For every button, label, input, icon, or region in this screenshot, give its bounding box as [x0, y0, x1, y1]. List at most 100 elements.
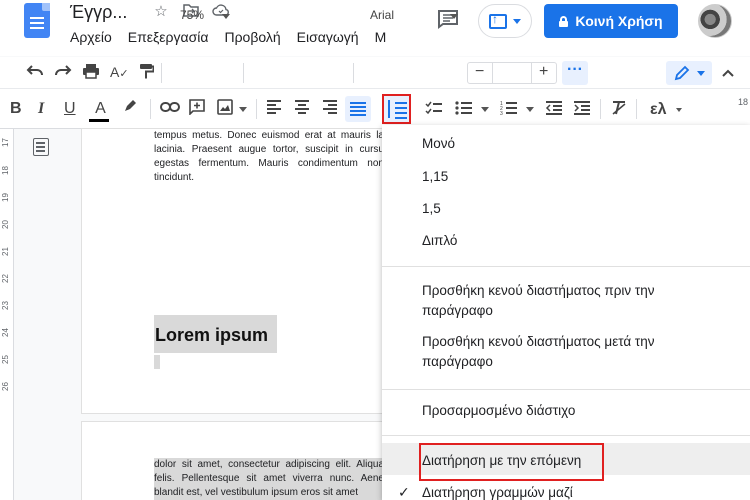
chevron-down-icon — [513, 19, 521, 24]
text-color-icon[interactable]: A — [89, 99, 109, 122]
highlight-annotation — [419, 443, 604, 481]
menu-divider — [382, 266, 750, 267]
document-outline-icon[interactable] — [33, 138, 49, 156]
align-left-icon[interactable] — [266, 100, 282, 120]
undo-icon[interactable] — [26, 63, 44, 83]
zoom-value: 75% — [180, 8, 205, 22]
present-icon — [489, 12, 507, 29]
svg-text:3: 3 — [500, 111, 503, 115]
decrease-indent-icon[interactable] — [545, 101, 563, 121]
share-button[interactable]: Κοινή Χρήση — [544, 4, 678, 38]
docs-logo-icon[interactable] — [24, 3, 50, 38]
chevron-down-icon[interactable] — [676, 108, 682, 112]
toolbar-divider — [256, 99, 257, 119]
body-paragraph[interactable]: dolor sit amet, consectetur adipiscing e… — [154, 458, 384, 500]
font-select[interactable]: Arial — [362, 5, 462, 27]
ruler-mark: 21 — [0, 247, 10, 256]
heading-text[interactable]: Lorem ipsum — [154, 315, 277, 353]
increase-font-size-icon[interactable]: + — [539, 63, 548, 81]
ruler-mark: 23 — [0, 301, 10, 310]
ruler-mark: 18 — [0, 166, 10, 175]
pencil-icon — [674, 65, 690, 81]
spellcheck-icon[interactable]: A✓ — [110, 62, 129, 84]
chevron-down-icon — [697, 71, 705, 76]
italic-icon[interactable]: I — [38, 99, 44, 119]
menu-item-custom-spacing[interactable]: Προσαρμοσμένο διάστιχο — [422, 401, 575, 421]
paint-format-icon[interactable] — [138, 63, 155, 85]
menu-item-single[interactable]: Μονό — [422, 134, 455, 154]
highlight-icon[interactable] — [122, 98, 138, 120]
menu-item-1-15[interactable]: 1,15 — [422, 167, 448, 187]
ruler-mark: 19 — [0, 193, 10, 202]
bulleted-list-icon[interactable] — [455, 101, 473, 121]
input-tools-button[interactable]: ελ — [650, 100, 667, 120]
insert-image-icon[interactable] — [217, 99, 233, 121]
line-spacing-button[interactable] — [382, 94, 411, 124]
align-center-icon[interactable] — [294, 100, 310, 120]
align-right-icon[interactable] — [322, 100, 338, 120]
document-title[interactable]: Έγγρ... — [70, 2, 127, 23]
toolbar-divider — [150, 99, 151, 119]
document-page[interactable]: dolor sit amet, consectetur adipiscing e… — [82, 422, 402, 500]
ruler-mark: 17 — [0, 138, 10, 147]
link-icon[interactable] — [160, 99, 180, 119]
decrease-font-size-icon[interactable]: − — [475, 63, 484, 81]
menu-edit[interactable]: Επεξεργασία — [128, 29, 209, 45]
toolbar-divider — [161, 63, 162, 83]
checklist-icon[interactable] — [425, 101, 443, 121]
lock-icon — [559, 15, 569, 27]
underline-icon[interactable]: U — [64, 99, 76, 119]
toolbar-divider — [353, 63, 354, 83]
document-page[interactable]: tempus metus. Donec euismod erat at maur… — [82, 129, 402, 413]
chevron-down-icon[interactable] — [239, 107, 247, 112]
font-size-control: − + — [467, 62, 557, 84]
chevron-down-icon[interactable] — [481, 107, 489, 112]
menu-view[interactable]: Προβολή — [224, 29, 280, 45]
selected-empty-line — [154, 355, 160, 369]
toolbar-divider — [636, 99, 637, 119]
menu-format[interactable]: Μ — [375, 29, 387, 45]
ruler-mark: 22 — [0, 274, 10, 283]
chevron-down-icon — [222, 14, 230, 19]
menu-item-space-before[interactable]: Προσθήκη κενού διαστήματος πριν την παρά… — [422, 281, 692, 321]
print-icon[interactable] — [82, 63, 100, 85]
ruler-mark: 25 — [0, 355, 10, 364]
ruler-mark: 18 — [738, 97, 749, 107]
editing-mode-button[interactable] — [666, 61, 712, 85]
ruler-mark: 26 — [0, 382, 10, 391]
font-size-input[interactable] — [492, 62, 532, 84]
check-icon: ✓ — [398, 484, 410, 500]
ruler-mark: 24 — [0, 328, 10, 337]
justify-icon[interactable] — [345, 96, 371, 122]
menu-file[interactable]: Αρχείο — [70, 29, 112, 45]
zoom-select[interactable]: 75% — [168, 5, 238, 27]
toolbar-row-2 — [0, 89, 750, 129]
line-spacing-icon — [388, 100, 390, 118]
bold-icon[interactable]: B — [10, 99, 22, 119]
menu-item-1-5[interactable]: 1,5 — [422, 199, 441, 219]
font-value: Arial — [370, 8, 395, 22]
toolbar-divider — [243, 63, 244, 83]
menu-divider — [382, 389, 750, 390]
menu-item-keep-lines-together[interactable]: Διατήρηση γραμμών μαζί — [422, 483, 573, 500]
clear-formatting-icon[interactable] — [611, 100, 627, 122]
redo-icon[interactable] — [54, 63, 72, 83]
avatar[interactable] — [698, 4, 732, 38]
menu-item-double[interactable]: Διπλό — [422, 231, 457, 251]
vertical-ruler: 17 18 19 20 21 22 23 24 25 26 — [0, 129, 14, 500]
body-paragraph[interactable]: tempus metus. Donec euismod erat at maur… — [154, 129, 384, 185]
chevron-down-icon[interactable] — [526, 107, 534, 112]
menu-bar: Αρχείο Επεξεργασία Προβολή Εισαγωγή Μ — [70, 29, 386, 45]
present-button[interactable] — [478, 4, 532, 38]
menu-divider — [382, 435, 750, 436]
toolbar-divider — [600, 99, 601, 119]
menu-item-space-after[interactable]: Προσθήκη κενού διαστήματος μετά την παρά… — [422, 332, 692, 372]
menu-insert[interactable]: Εισαγωγή — [297, 29, 359, 45]
share-label: Κοινή Χρήση — [575, 13, 663, 29]
increase-indent-icon[interactable] — [573, 101, 591, 121]
chevron-down-icon — [450, 14, 458, 19]
collapse-menus-icon[interactable] — [722, 66, 734, 80]
add-comment-icon[interactable] — [189, 99, 205, 121]
more-options-icon[interactable]: ··· — [562, 61, 588, 85]
numbered-list-icon[interactable]: 123 — [500, 101, 518, 121]
